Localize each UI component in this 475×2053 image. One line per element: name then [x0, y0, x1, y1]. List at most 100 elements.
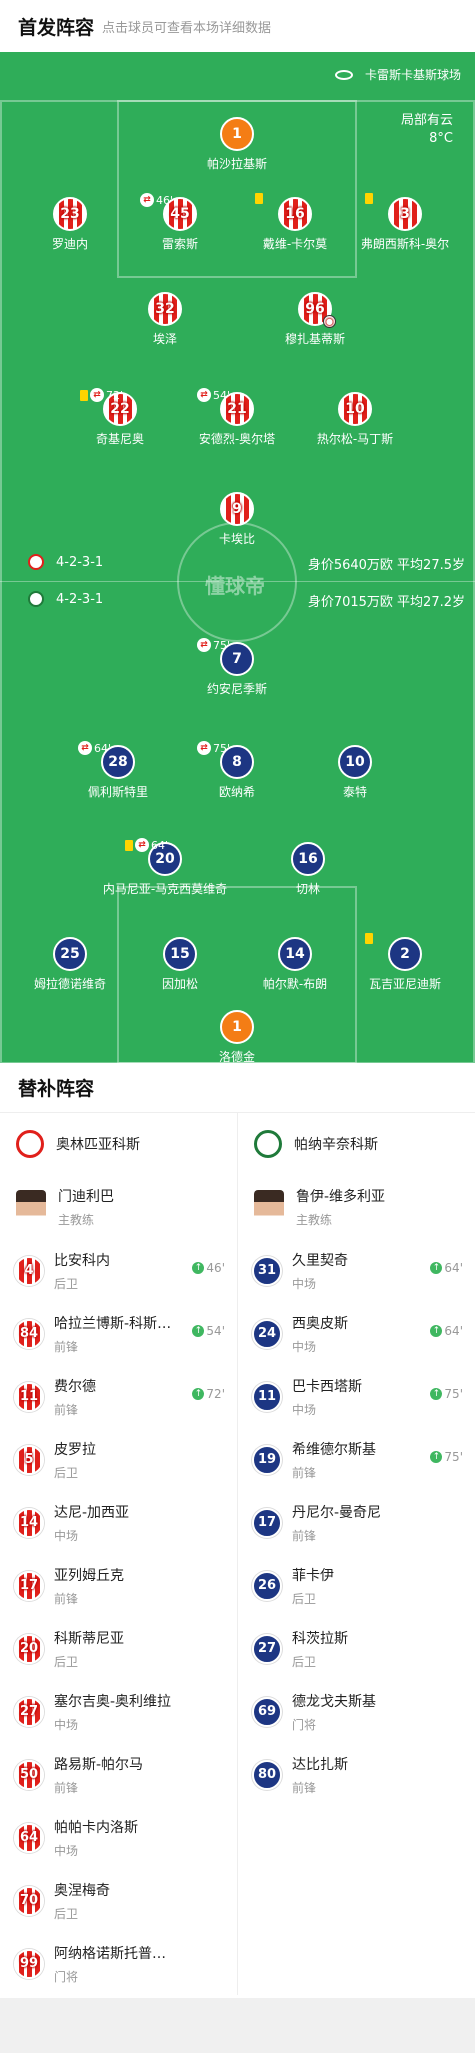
player-number: 4: [24, 1263, 34, 1278]
away-team-row[interactable]: 帕纳辛奈科斯: [238, 1113, 475, 1175]
sub-off-icon: ⇄: [90, 388, 104, 402]
player-away[interactable]: 2 瓦吉亚尼迪斯: [340, 933, 470, 992]
player-number: 5: [24, 1452, 34, 1467]
sub-player-position: 后卫: [54, 1906, 79, 1921]
home-value: 身价5640万欧 平均27.5岁: [307, 558, 465, 573]
sub-player-position: 中场: [292, 1402, 317, 1417]
player-number: 69: [257, 1704, 277, 1719]
sub-player-name: 塞尔吉奥-奥利维拉: [54, 1693, 172, 1710]
player-home[interactable]: 10 热尔松-马丁斯: [290, 392, 420, 447]
sub-player-row[interactable]: 19 希维德尔斯基 前锋 ↑ 75': [238, 1428, 475, 1491]
player-away[interactable]: 15 因加松: [115, 937, 245, 992]
sub-player-name: 路易斯-帕尔马: [54, 1756, 144, 1773]
home-team-row[interactable]: 奥林匹亚科斯: [0, 1113, 237, 1175]
player-name: 因加松: [161, 977, 198, 991]
player-away[interactable]: 16 切林: [243, 842, 373, 897]
player-name: 瓦吉亚尼迪斯: [368, 977, 441, 991]
sub-player-row[interactable]: 20 科斯蒂尼亚 后卫: [0, 1617, 237, 1680]
player-away[interactable]: 8 ⇄ 75' 欧纳希: [172, 741, 302, 800]
home-coach[interactable]: 门迪利巴 主教练: [0, 1175, 237, 1239]
player-away[interactable]: 1 洛德金: [172, 1010, 302, 1063]
player-name: 卡埃比: [218, 532, 255, 546]
sub-player-name: 巴卡西塔斯: [292, 1378, 362, 1395]
player-home[interactable]: 3 弗朗西斯科-奥尔: [340, 193, 470, 252]
sub-in-minute: 64': [444, 1324, 463, 1338]
player-home[interactable]: 32 埃泽: [100, 292, 230, 347]
player-away[interactable]: 20 ⇄ 64' 内马尼亚-马克西莫维奇: [100, 838, 230, 897]
player-home[interactable]: 9 卡埃比: [172, 492, 302, 547]
yellow-card-icon: [365, 933, 373, 944]
sub-in-minute: 75': [444, 1450, 463, 1464]
away-coach[interactable]: 鲁伊-维多利亚 主教练: [238, 1175, 475, 1239]
sub-player-row[interactable]: 64 帕帕卡内洛斯 中场: [0, 1806, 237, 1869]
player-shirt: 84: [14, 1318, 44, 1349]
player-shirt: 96 ●: [298, 292, 336, 328]
player-home[interactable]: 96 ● 穆扎基蒂斯: [250, 292, 380, 347]
sub-in-icon: ↑: [192, 1262, 205, 1274]
sub-player-row[interactable]: 84 哈拉兰博斯-科斯图拉斯前锋 ↑54': [0, 1302, 237, 1365]
player-number: 22: [110, 401, 130, 417]
player-number: 17: [19, 1578, 39, 1593]
sub-player-position: 前锋: [54, 1402, 79, 1417]
player-name: 泰特: [342, 785, 367, 799]
player-number: 28: [108, 754, 128, 770]
sub-player-row[interactable]: 5 皮罗拉 后卫: [0, 1428, 237, 1491]
sub-player-row[interactable]: 27 科茨拉斯 后卫: [238, 1617, 475, 1680]
sub-player-row[interactable]: 11 巴卡西塔斯 中场 ↑ 75': [238, 1365, 475, 1428]
sub-player-position: 前锋: [54, 1780, 79, 1795]
home-subs-column: 奥林匹亚科斯 门迪利巴主教练 4比安科内后卫↑46'84哈拉兰博斯-科斯图拉斯前…: [0, 1113, 237, 1995]
player-home[interactable]: 45 ⇄ 46' 雷索斯: [115, 193, 245, 252]
substitutes-title: 替补阵容: [0, 1063, 475, 1113]
sub-player-info: 皮罗拉 后卫: [54, 1439, 96, 1481]
player-number: 16: [298, 851, 318, 867]
player-number: 20: [155, 851, 175, 867]
sub-player-row[interactable]: 17 丹尼尔-曼奇尼 前锋: [238, 1491, 475, 1554]
sub-off-icon: ⇄: [78, 741, 92, 755]
player-home[interactable]: 21 ⇄ 54' 安德烈-奥尔塔: [172, 388, 302, 447]
player-number: 96: [305, 301, 325, 317]
sub-player-info: 达尼-加西亚 中场: [54, 1502, 129, 1544]
player-number: 10: [345, 401, 365, 417]
sub-player-row[interactable]: 69 德龙戈夫斯基 门将: [238, 1680, 475, 1743]
sub-player-name: 希维德尔斯基: [292, 1441, 376, 1458]
sub-player-row[interactable]: 17 亚列姆丘克 前锋: [0, 1554, 237, 1617]
sub-player-row[interactable]: 50 路易斯-帕尔马 前锋: [0, 1743, 237, 1806]
sub-player-row[interactable]: 31 久里契奇 中场 ↑ 64': [238, 1239, 475, 1302]
sub-player-row[interactable]: 80 达比扎斯 前锋: [238, 1743, 475, 1806]
sub-player-row[interactable]: 99 阿纳格诺斯托普洛斯 门将: [0, 1932, 237, 1995]
sub-player-row[interactable]: 24 西奥皮斯 中场 ↑ 64': [238, 1302, 475, 1365]
sub-player-row[interactable]: 27 塞尔吉奥-奥利维拉 中场: [0, 1680, 237, 1743]
sub-player-row[interactable]: 11 费尔德前锋 ↑ 72': [0, 1365, 237, 1428]
sub-off-icon: ⇄: [197, 388, 211, 402]
sub-player-row[interactable]: 14 达尼-加西亚 中场: [0, 1491, 237, 1554]
player-number: 7: [232, 651, 242, 667]
player-number: 32: [155, 301, 175, 317]
sub-player-row[interactable]: 70 奥涅梅奇 后卫: [0, 1869, 237, 1932]
player-home[interactable]: 1 帕沙拉基斯: [172, 117, 302, 172]
player-shirt: 80: [252, 1759, 282, 1790]
sub-in: ↑ 72': [192, 1387, 225, 1401]
sub-player-info: 奥涅梅奇 后卫: [54, 1880, 110, 1922]
player-events: [365, 933, 375, 944]
sub-player-position: 中场: [292, 1339, 317, 1354]
away-coach-name: 鲁伊-维多利亚: [296, 1189, 386, 1205]
player-away[interactable]: 7 ⇄ 75' 约安尼季斯: [172, 638, 302, 697]
player-shirt: 11: [14, 1381, 44, 1412]
watermark: 懂球帝: [205, 574, 265, 598]
player-name: 切林: [295, 882, 320, 896]
sub-minute: 75': [213, 741, 231, 755]
player-number: 50: [19, 1767, 39, 1782]
player-shirt: 23: [53, 197, 87, 231]
sub-in-minute: 64': [444, 1261, 463, 1275]
player-number: 14: [19, 1515, 39, 1530]
sub-player-row[interactable]: 26 菲卡伊 后卫: [238, 1554, 475, 1617]
sub-player-row[interactable]: 4 比安科内 后卫 ↑ 46': [0, 1239, 237, 1302]
player-home[interactable]: 22 ⇄ 72' 奇基尼奥: [55, 388, 185, 447]
player-away[interactable]: 10 泰特: [290, 745, 420, 800]
sub-player-position: 前锋: [54, 1339, 79, 1354]
player-away[interactable]: 28 ⇄ 64' 佩利斯特里: [53, 741, 183, 800]
player-name: 佩利斯特里: [87, 785, 148, 799]
sub-player-info: 费尔德 前锋: [54, 1376, 96, 1418]
sub-player-info: 阿纳格诺斯托普洛斯 门将: [54, 1943, 174, 1985]
sub-player-name: 费尔德: [54, 1378, 96, 1395]
